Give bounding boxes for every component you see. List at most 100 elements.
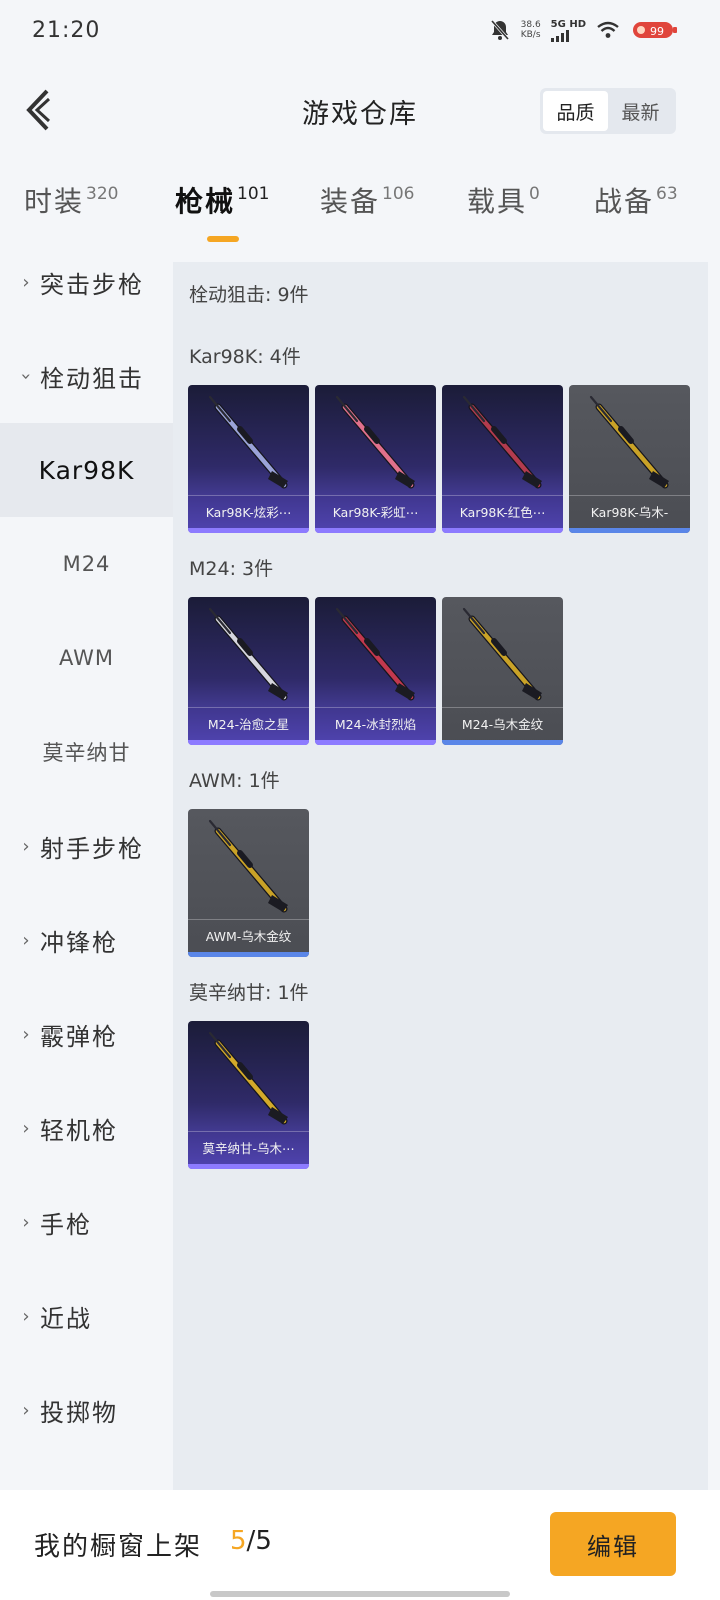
rifle-icon (208, 395, 288, 489)
rifle-shape (208, 607, 232, 635)
chevron-right-icon: › (22, 1305, 30, 1327)
back-arrow-icon (26, 89, 51, 131)
sidebar-item-melee[interactable]: › 近战 (0, 1269, 173, 1363)
skin-card[interactable]: Kar98K-炫彩⋯ (188, 385, 309, 533)
sidebar-item-shotguns[interactable]: › 霰弹枪 (0, 987, 173, 1081)
rifle-icon (462, 607, 542, 701)
sidebar-item-bolt-action-snipers[interactable]: › 栓动狙击 (0, 329, 173, 423)
group-title-kar98k: Kar98K: 4件 (189, 346, 301, 368)
sidebar-item-label: 轻机枪 (40, 1116, 118, 1145)
sort-by-quality[interactable]: 品质 (543, 91, 608, 131)
sidebar-item-label: M24 (62, 552, 111, 576)
sidebar-item-label: Kar98K (38, 455, 135, 485)
chevron-right-icon: › (22, 1399, 30, 1421)
skin-card[interactable]: AWM-乌木金纹 (188, 809, 309, 957)
rifle-shape (208, 1031, 232, 1059)
status-time: 21:20 (32, 18, 101, 43)
chevron-right-icon: › (22, 271, 30, 293)
skin-name: Kar98K-乌木- (590, 505, 669, 520)
net-speed: 38.6 KB/s (521, 20, 541, 40)
sidebar-item-label: 射手步枪 (40, 834, 144, 863)
sidebar-item-marksman-rifles[interactable]: › 射手步枪 (0, 799, 173, 893)
tab-label: 枪械 (175, 185, 236, 218)
group-title-awm: AWM: 1件 (189, 770, 280, 792)
skin-card[interactable]: Kar98K-乌木- (569, 385, 690, 533)
rifle-icon (335, 607, 415, 701)
battery-icon: 99 (630, 18, 680, 42)
skin-name: 莫辛纳甘-乌木⋯ (202, 1141, 295, 1156)
rarity-bar (442, 740, 563, 745)
sidebar-item-smgs[interactable]: › 冲锋枪 (0, 893, 173, 987)
rifle-shape (462, 395, 486, 423)
skin-name: M24-治愈之星 (207, 717, 290, 732)
skin-card[interactable]: M24-乌木金纹 (442, 597, 563, 745)
skin-name: Kar98K-红色⋯ (459, 505, 546, 520)
sidebar-item-label: 近战 (40, 1304, 92, 1333)
tab-supplies[interactable]: 战备 63 (594, 180, 678, 240)
rifle-icon (462, 395, 542, 489)
edit-button[interactable]: 编辑 (550, 1512, 676, 1576)
active-tab-indicator (207, 236, 239, 242)
sort-by-newest[interactable]: 最新 (608, 91, 673, 131)
rarity-bar (188, 740, 309, 745)
rifle-shape (208, 819, 232, 847)
skin-name: Kar98K-彩虹⋯ (332, 505, 419, 520)
sidebar: › 突击步枪 › 栓动狙击 Kar98K M24 AWM 莫辛纳甘 › 射手步枪… (0, 235, 173, 1490)
rifle-icon (208, 607, 288, 701)
battery-level: 99 (650, 25, 664, 38)
sidebar-item-label: 投掷物 (40, 1398, 118, 1427)
sidebar-item-m24[interactable]: M24 (0, 517, 173, 611)
rifle-shape (335, 607, 359, 635)
tab-label: 装备 (320, 185, 381, 218)
header: 游戏仓库 品质 最新 (0, 70, 720, 150)
rarity-bar (569, 528, 690, 533)
bottom-bar: 我的橱窗上架 5/5 编辑 (0, 1490, 720, 1600)
showcase-label: 我的橱窗上架 (34, 1532, 203, 1562)
sidebar-item-throwables[interactable]: › 投掷物 (0, 1363, 173, 1457)
rifle-icon (208, 819, 288, 913)
net-speed-value: 38.6 (520, 20, 541, 30)
sidebar-item-assault-rifles[interactable]: › 突击步枪 (0, 235, 173, 329)
back-button[interactable] (18, 84, 58, 136)
chevron-down-icon: › (15, 372, 37, 380)
rifle-shape (462, 607, 486, 635)
network-type: 5G HD (550, 18, 586, 30)
chevron-right-icon: › (22, 835, 30, 857)
sidebar-item-label: 冲锋枪 (40, 928, 118, 957)
tab-fashion[interactable]: 时装 320 (24, 180, 118, 240)
showcase-total: 5 (255, 1526, 272, 1556)
skin-name: M24-乌木金纹 (461, 717, 544, 732)
sidebar-item-kar98k[interactable]: Kar98K (0, 423, 173, 517)
tab-equipment[interactable]: 装备 106 (320, 180, 414, 240)
skin-card[interactable]: M24-冰封烈焰 (315, 597, 436, 745)
sidebar-item-lmgs[interactable]: › 轻机枪 (0, 1081, 173, 1175)
signal-bars-icon (550, 29, 586, 42)
skin-card[interactable]: M24-治愈之星 (188, 597, 309, 745)
tab-label: 载具 (467, 185, 528, 218)
sidebar-item-mosin-nagant[interactable]: 莫辛纳甘 (0, 705, 173, 799)
home-indicator[interactable] (210, 1591, 510, 1597)
sidebar-item-awm[interactable]: AWM (0, 611, 173, 705)
skin-card[interactable]: 莫辛纳甘-乌木⋯ (188, 1021, 309, 1169)
tab-count: 63 (656, 184, 678, 204)
skin-card[interactable]: Kar98K-彩虹⋯ (315, 385, 436, 533)
rarity-bar (188, 1164, 309, 1169)
sidebar-item-label: 突击步枪 (40, 270, 144, 299)
rarity-bar (188, 528, 309, 533)
sidebar-item-pistols[interactable]: › 手枪 (0, 1175, 173, 1269)
category-summary: 栓动狙击: 9件 (189, 284, 309, 306)
rarity-bar (188, 952, 309, 957)
skin-card[interactable]: Kar98K-红色⋯ (442, 385, 563, 533)
sidebar-item-label: 手枪 (40, 1210, 92, 1239)
chevron-right-icon: › (22, 1117, 30, 1139)
skin-name: Kar98K-炫彩⋯ (205, 505, 292, 520)
tab-firearms[interactable]: 枪械 101 (175, 180, 269, 240)
rarity-bar (315, 740, 436, 745)
wifi-icon (597, 21, 619, 38)
chevron-right-icon: › (22, 1023, 30, 1045)
tab-vehicles[interactable]: 载具 0 (467, 180, 540, 240)
cell-signal: 5G HD (550, 18, 586, 42)
tab-count: 101 (237, 184, 270, 204)
sidebar-item-label: AWM (58, 646, 115, 670)
chevron-right-icon: › (22, 929, 30, 951)
